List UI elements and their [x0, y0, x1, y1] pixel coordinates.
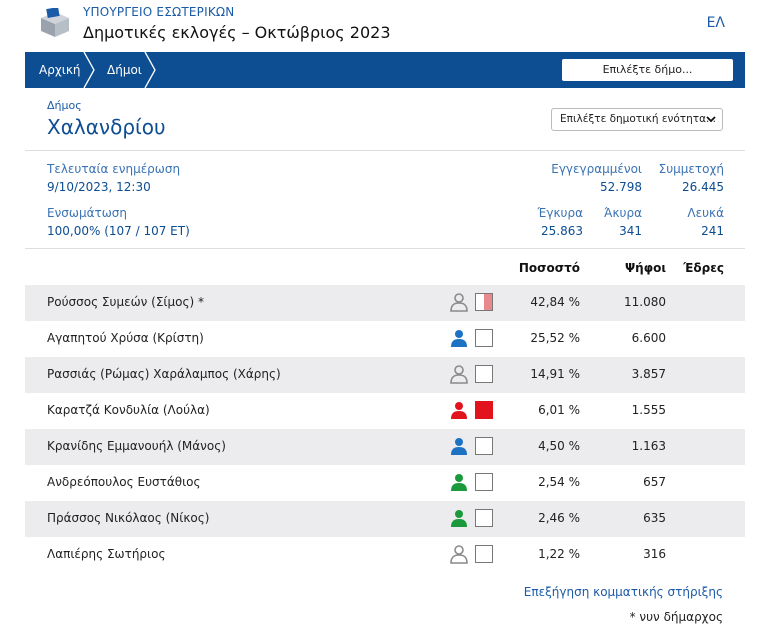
person-blue-icon	[451, 438, 467, 455]
candidate-votes: 6.600	[631, 331, 666, 345]
person-blue-icon	[451, 330, 467, 347]
candidate-votes: 1.163	[631, 439, 666, 453]
breadcrumb-municipalities[interactable]: Δήμοι	[107, 52, 142, 88]
blank-label: Λευκά	[687, 206, 724, 220]
candidate-votes: 3.857	[631, 367, 666, 381]
invalid-label: Άκυρα	[604, 206, 642, 220]
candidate-votes: 1.555	[631, 403, 666, 417]
candidate-name: Ανδρεόπουλος Ευστάθιος	[47, 475, 201, 489]
party-support-explanation-link[interactable]: Επεξήγηση κομματικής στήριξης	[524, 585, 723, 599]
candidate-name: Αγαπητού Χρύσα (Κρίστη)	[47, 331, 204, 345]
table-row[interactable]: Καρατζά Κονδυλία (Λούλα) 6,01 % 1.555	[25, 393, 745, 429]
person-green-icon	[451, 474, 467, 491]
municipality-name: Χαλανδρίου	[47, 115, 166, 139]
turnout-label: Συμμετοχή	[658, 162, 724, 176]
column-header-votes: Ψήφοι	[624, 261, 666, 275]
party-support-icon	[475, 329, 493, 347]
person-red-icon	[451, 402, 467, 419]
person-gray-icon	[450, 365, 468, 384]
chevron-right-icon	[144, 52, 156, 88]
language-switch[interactable]: ΕΛ	[707, 15, 725, 31]
municipal-unit-select[interactable]: Επιλέξτε δημοτική ενότητα...	[551, 108, 723, 131]
candidate-votes: 316	[643, 547, 666, 561]
candidate-votes: 635	[643, 511, 666, 525]
candidate-votes: 11.080	[624, 295, 666, 309]
candidate-percent: 2,46 %	[538, 511, 580, 525]
party-support-icon	[475, 293, 493, 311]
last-update-value: 9/10/2023, 12:30	[47, 180, 151, 194]
integration-label: Ενσωμάτωση	[47, 206, 127, 220]
municipal-unit-select-label: Επιλέξτε δημοτική ενότητα...	[560, 113, 717, 125]
site-header: ΥΠΟΥΡΓΕΙΟ ΕΣΩΤΕΡΙΚΩΝ Δημοτικές εκλογές –…	[0, 0, 763, 52]
table-row[interactable]: Ανδρεόπουλος Ευστάθιος 2,54 % 657	[25, 465, 745, 501]
valid-label: Έγκυρα	[537, 206, 583, 220]
candidate-name: Κρανίδης Εμμανουήλ (Μάνος)	[47, 439, 226, 453]
candidate-name: Πράσσος Νικόλαος (Νίκος)	[47, 511, 210, 525]
mayor-footnote: * νυν δήμαρχος	[629, 610, 723, 624]
breadcrumb-nav: Αρχική Δήμοι Επιλέξτε δήμο...	[25, 52, 745, 88]
candidate-percent: 14,91 %	[530, 367, 580, 381]
blank-value: 241	[701, 224, 724, 238]
candidate-percent: 4,50 %	[538, 439, 580, 453]
candidate-name: Ρούσσος Συμεών (Σίμος) *	[47, 295, 204, 309]
party-support-icon	[475, 437, 493, 455]
invalid-value: 341	[619, 224, 642, 238]
candidate-percent: 6,01 %	[538, 403, 580, 417]
chevron-down-icon	[706, 116, 716, 123]
candidate-percent: 42,84 %	[530, 295, 580, 309]
table-row[interactable]: Λαπιέρης Σωτήριος 1,22 % 316	[25, 537, 745, 573]
candidate-name: Καρατζά Κονδυλία (Λούλα)	[47, 403, 210, 417]
candidate-percent: 1,22 %	[538, 547, 580, 561]
ballot-box-icon[interactable]	[37, 8, 73, 38]
candidate-percent: 25,52 %	[530, 331, 580, 345]
ministry-title[interactable]: ΥΠΟΥΡΓΕΙΟ ΕΣΩΤΕΡΙΚΩΝ	[83, 5, 234, 19]
table-row[interactable]: Ρασσιάς (Ρώμας) Χαράλαμπος (Χάρης) 14,91 …	[25, 357, 745, 393]
candidate-percent: 2,54 %	[538, 475, 580, 489]
valid-value: 25.863	[541, 224, 583, 238]
municipality-label: Δήμος	[47, 99, 82, 112]
person-green-icon	[451, 510, 467, 527]
divider	[25, 150, 745, 151]
party-support-icon	[475, 401, 493, 419]
chevron-right-icon	[83, 52, 95, 88]
breadcrumb-home[interactable]: Αρχική	[39, 52, 81, 88]
candidate-name: Λαπιέρης Σωτήριος	[47, 547, 166, 561]
table-row[interactable]: Ρούσσος Συμεών (Σίμος) * 42,84 % 11.080	[25, 285, 745, 321]
registered-label: Εγγεγραμμένοι	[551, 162, 642, 176]
candidate-votes: 657	[643, 475, 666, 489]
person-gray-icon	[450, 545, 468, 564]
column-header-seats: Έδρες	[683, 261, 724, 275]
last-update-label: Τελευταία ενημέρωση	[47, 162, 181, 176]
party-support-icon	[475, 473, 493, 491]
table-row[interactable]: Πράσσος Νικόλαος (Νίκος) 2,46 % 635	[25, 501, 745, 537]
party-support-icon	[475, 365, 493, 383]
integration-value: 100,00% (107 / 107 ΕΤ)	[47, 224, 190, 238]
election-title[interactable]: Δημοτικές εκλογές – Οκτώβριος 2023	[83, 23, 391, 42]
municipality-select[interactable]: Επιλέξτε δήμο...	[562, 59, 733, 81]
party-support-icon	[475, 545, 493, 563]
divider	[25, 248, 745, 249]
candidate-name: Ρασσιάς (Ρώμας) Χαράλαμπος (Χάρης)	[47, 367, 281, 381]
registered-value: 52.798	[600, 180, 642, 194]
table-row[interactable]: Αγαπητού Χρύσα (Κρίστη) 25,52 % 6.600	[25, 321, 745, 357]
table-row[interactable]: Κρανίδης Εμμανουήλ (Μάνος) 4,50 % 1.163	[25, 429, 745, 465]
party-support-icon	[475, 509, 493, 527]
person-gray-icon	[450, 293, 468, 312]
turnout-value: 26.445	[682, 180, 724, 194]
column-header-percent: Ποσοστό	[518, 261, 580, 275]
